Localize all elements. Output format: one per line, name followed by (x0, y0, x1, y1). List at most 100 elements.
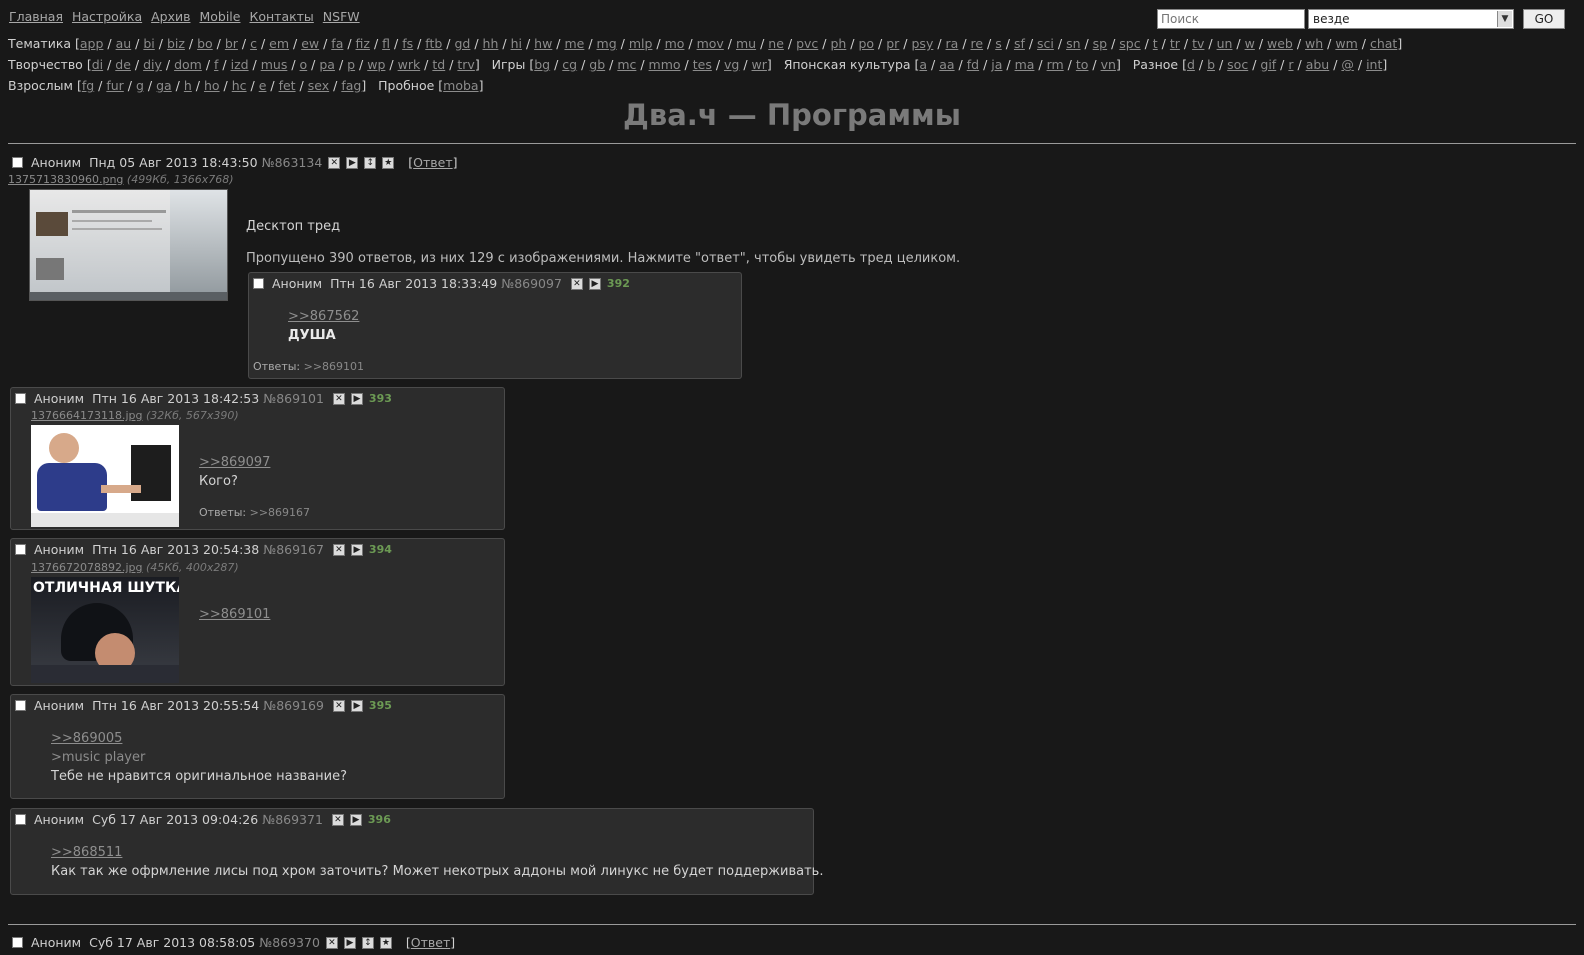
nav-nsfw-link[interactable]: NSFW (323, 9, 360, 24)
board-link-di[interactable]: di (92, 57, 103, 72)
answer-link[interactable]: >>869167 (250, 506, 310, 519)
star-icon[interactable]: ★ (379, 936, 392, 949)
board-link-pr[interactable]: pr (886, 36, 899, 51)
board-link-ne[interactable]: ne (768, 36, 784, 51)
board-link-au[interactable]: au (116, 36, 132, 51)
play-icon[interactable]: ▶ (350, 543, 363, 556)
board-link-me[interactable]: me (564, 36, 584, 51)
board-link-rm[interactable]: rm (1047, 57, 1064, 72)
board-link-trv[interactable]: trv (457, 57, 474, 72)
board-link-sex[interactable]: sex (308, 78, 329, 93)
star-icon[interactable]: ★ (382, 156, 395, 169)
post-thumbnail[interactable]: ОТЛИЧНАЯ ШУТКА (31, 577, 179, 683)
quote-link[interactable]: >>869101 (199, 607, 270, 622)
board-link-ra[interactable]: ra (946, 36, 959, 51)
board-link-ho[interactable]: ho (204, 78, 220, 93)
post-checkbox[interactable] (12, 157, 23, 168)
post-thumbnail[interactable] (31, 425, 179, 527)
hide-icon[interactable]: ✕ (325, 936, 338, 949)
board-link-bo[interactable]: bo (197, 36, 213, 51)
board-link-dom[interactable]: dom (174, 57, 202, 72)
board-link-aa[interactable]: aa (939, 57, 954, 72)
board-link-psy[interactable]: psy (912, 36, 934, 51)
play-icon[interactable]: ▶ (350, 392, 363, 405)
board-link-pvc[interactable]: pvc (796, 36, 818, 51)
post-number[interactable]: №869167 (263, 542, 324, 557)
post-checkbox[interactable] (15, 393, 26, 404)
search-go-button[interactable]: GO (1523, 9, 1565, 29)
quote-link[interactable]: >>868511 (51, 845, 122, 860)
board-link-ga[interactable]: ga (156, 78, 172, 93)
expand-icon[interactable]: ↕ (361, 936, 374, 949)
board-link-web[interactable]: web (1267, 36, 1293, 51)
quote-link[interactable]: >>869097 (199, 455, 270, 470)
chevron-down-icon[interactable]: ▼ (1497, 11, 1512, 27)
board-link-fiz[interactable]: fiz (356, 36, 370, 51)
board-link-cg[interactable]: cg (562, 57, 577, 72)
board-link-gif[interactable]: gif (1260, 57, 1276, 72)
reply-link[interactable]: Ответ (411, 935, 450, 950)
post-checkbox[interactable] (253, 278, 264, 289)
board-link-mov[interactable]: mov (697, 36, 724, 51)
nav-contacts-link[interactable]: Контакты (249, 9, 313, 24)
play-icon[interactable]: ▶ (346, 156, 359, 169)
expand-icon[interactable]: ↕ (364, 156, 377, 169)
board-link-a[interactable]: a (919, 57, 927, 72)
board-link-gb[interactable]: gb (589, 57, 605, 72)
board-link-pa[interactable]: pa (319, 57, 335, 72)
board-link-d[interactable]: d (1187, 57, 1195, 72)
board-link-mus[interactable]: mus (261, 57, 288, 72)
board-link-gd[interactable]: gd (454, 36, 470, 51)
board-link-po[interactable]: po (858, 36, 874, 51)
board-link-spc[interactable]: spc (1119, 36, 1140, 51)
board-link-chat[interactable]: chat (1370, 36, 1397, 51)
board-link-w[interactable]: w (1245, 36, 1255, 51)
board-link-hi[interactable]: hi (511, 36, 522, 51)
post-number[interactable]: №869370 (259, 935, 320, 950)
board-link-biz[interactable]: biz (167, 36, 185, 51)
op-file-link[interactable]: 1375713830960.png (8, 173, 123, 186)
board-link-p[interactable]: p (347, 57, 355, 72)
board-link-re[interactable]: re (971, 36, 984, 51)
post-number[interactable]: №869169 (263, 698, 324, 713)
file-link[interactable]: 1376664173118.jpg (31, 409, 143, 422)
board-link-hh[interactable]: hh (483, 36, 499, 51)
hide-icon[interactable]: ✕ (332, 392, 345, 405)
hide-icon[interactable]: ✕ (332, 543, 345, 556)
board-link-e[interactable]: e (259, 78, 267, 93)
board-link-fag[interactable]: fag (341, 78, 361, 93)
board-link-sn[interactable]: sn (1066, 36, 1080, 51)
nav-home-link[interactable]: Главная (9, 9, 63, 24)
board-link-hc[interactable]: hc (232, 78, 247, 93)
board-link-em[interactable]: em (269, 36, 289, 51)
board-link-fet[interactable]: fet (279, 78, 296, 93)
post-number[interactable]: №869101 (263, 391, 324, 406)
board-link-ftb[interactable]: ftb (425, 36, 442, 51)
board-link-fs[interactable]: fs (402, 36, 413, 51)
board-link-fd[interactable]: fd (967, 57, 979, 72)
board-link-bi[interactable]: bi (143, 36, 154, 51)
board-link-g[interactable]: g (136, 78, 144, 93)
board-link-vn[interactable]: vn (1101, 57, 1116, 72)
board-link-sf[interactable]: sf (1014, 36, 1025, 51)
board-link-app[interactable]: app (80, 36, 104, 51)
search-input[interactable] (1157, 9, 1305, 29)
op-thumbnail[interactable] (29, 189, 228, 301)
board-link-mg[interactable]: mg (597, 36, 617, 51)
board-link-ew[interactable]: ew (301, 36, 319, 51)
hide-icon[interactable]: ✕ (331, 813, 344, 826)
play-icon[interactable]: ▶ (350, 699, 363, 712)
board-link-mc[interactable]: mc (617, 57, 636, 72)
hide-icon[interactable]: ✕ (332, 699, 345, 712)
post-checkbox[interactable] (15, 544, 26, 555)
nav-settings-link[interactable]: Настройка (72, 9, 142, 24)
play-icon[interactable]: ▶ (588, 277, 601, 290)
board-link-sp[interactable]: sp (1093, 36, 1107, 51)
board-link-br[interactable]: br (225, 36, 238, 51)
board-link-h[interactable]: h (184, 78, 192, 93)
play-icon[interactable]: ▶ (343, 936, 356, 949)
board-link-wm[interactable]: wm (1335, 36, 1357, 51)
board-link-bg[interactable]: bg (534, 57, 550, 72)
board-link-s[interactable]: s (995, 36, 1002, 51)
board-link-x[interactable]: @ (1341, 57, 1354, 72)
